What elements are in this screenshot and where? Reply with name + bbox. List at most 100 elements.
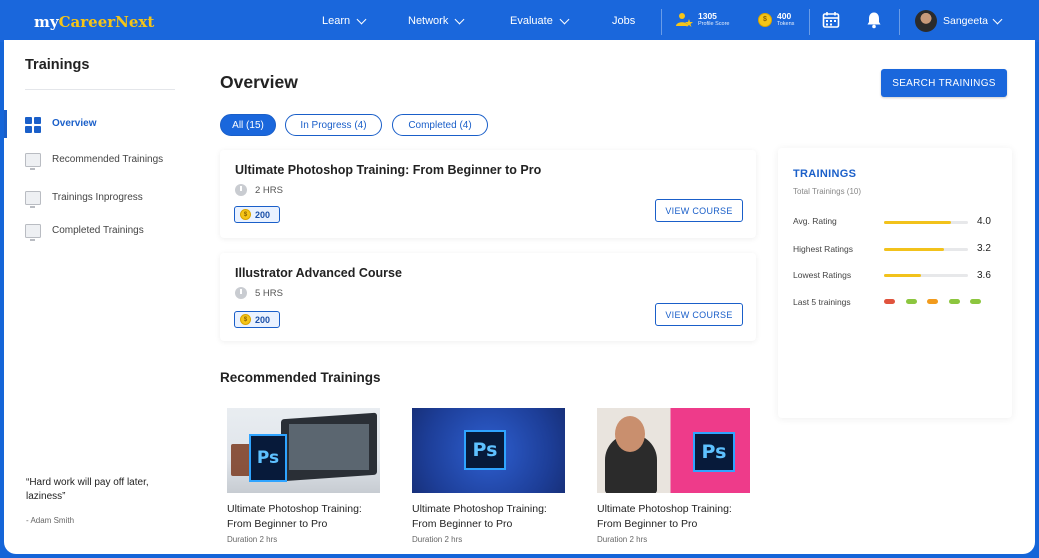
dashboard-icon — [25, 117, 41, 133]
chevron-down-icon — [559, 14, 570, 24]
user-name: Sangeeta — [943, 15, 988, 27]
clock-icon — [235, 287, 247, 299]
recommended-card[interactable]: Ps Ultimate Photoshop Training: From Beg… — [412, 408, 565, 544]
view-course-button[interactable]: VIEW COURSE — [655, 303, 743, 326]
stat-label: Avg. Rating — [793, 216, 837, 226]
monitor-icon — [25, 224, 41, 241]
brand-prefix: my — [34, 13, 59, 31]
course-thumbnail: Ps — [597, 408, 750, 493]
sidebar-divider — [25, 89, 175, 90]
tokens-label: Tokens — [777, 21, 795, 27]
filter-in-progress[interactable]: In Progress (4) — [285, 114, 382, 136]
stats-title: TRAININGS — [793, 168, 857, 180]
brand-logo[interactable]: myCareerNext — [34, 13, 154, 31]
recommended-card[interactable]: Ps Ultimate Photoshop Training: From Beg… — [227, 408, 380, 544]
recommended-title: Recommended Trainings — [220, 370, 381, 385]
monitor-icon — [25, 191, 41, 208]
profile-score-label: Profile Score — [698, 21, 730, 27]
stat-label: Highest Ratings — [793, 244, 854, 254]
profile-score-value: 1305 — [698, 11, 717, 21]
points-badge: $ 200 — [234, 206, 280, 223]
bell-icon[interactable] — [866, 11, 882, 34]
recommended-card-title: Ultimate Photoshop Training: From Beginn… — [412, 503, 547, 530]
rating-bar — [884, 221, 968, 224]
training-result-dot — [948, 299, 960, 304]
sidebar-title: Trainings — [25, 57, 90, 73]
view-course-button[interactable]: VIEW COURSE — [655, 199, 743, 222]
nav-divider — [809, 9, 810, 35]
nav-evaluate-label: Evaluate — [510, 15, 553, 27]
stat-label: Lowest Ratings — [793, 270, 852, 280]
course-duration: 2 HRS — [235, 184, 283, 196]
main-panel: Trainings Overview Recommended Trainings… — [4, 40, 1035, 554]
sidebar-item-overview[interactable]: Overview — [4, 110, 194, 138]
rating-bar — [884, 248, 968, 251]
rating-bar — [884, 274, 968, 277]
course-card: Illustrator Advanced Course 5 HRS $ 200 … — [220, 253, 756, 341]
monitor-icon — [25, 153, 41, 170]
calendar-icon[interactable] — [822, 11, 840, 34]
chevron-down-icon — [454, 14, 465, 24]
stat-value: 3.6 — [977, 270, 991, 281]
sidebar-item-completed[interactable]: Completed Trainings — [4, 217, 194, 245]
sidebar-item-inprogress[interactable]: Trainings Inprogress — [4, 184, 194, 212]
chevron-down-icon — [992, 14, 1003, 24]
photoshop-logo: Ps — [464, 430, 506, 470]
training-result-dot — [927, 299, 938, 304]
coin-icon: $ — [240, 314, 251, 325]
nav-jobs[interactable]: Jobs — [612, 15, 635, 27]
nav-learn[interactable]: Learn — [322, 14, 367, 27]
recommended-card-title: Ultimate Photoshop Training: From Beginn… — [227, 503, 362, 530]
profile-score-icon — [676, 12, 693, 27]
trainings-stats-card: TRAININGS Total Trainings (10) Avg. Rati… — [778, 148, 1012, 418]
rating-bar-fill — [884, 274, 921, 277]
recommended-card-meta: Duration 2 hrs — [227, 535, 278, 544]
recommended-card[interactable]: Ps Ultimate Photoshop Training: From Beg… — [597, 408, 750, 544]
course-title[interactable]: Illustrator Advanced Course — [235, 266, 402, 280]
user-menu[interactable]: Sangeeta — [915, 10, 1003, 32]
nav-network[interactable]: Network — [408, 14, 465, 27]
course-card: Ultimate Photoshop Training: From Beginn… — [220, 150, 756, 238]
nav-jobs-label: Jobs — [612, 15, 636, 27]
course-title[interactable]: Ultimate Photoshop Training: From Beginn… — [235, 163, 541, 177]
rating-bar-fill — [884, 221, 952, 224]
avatar — [915, 10, 937, 32]
sidebar-item-recommended[interactable]: Recommended Trainings — [4, 146, 194, 174]
nav-evaluate[interactable]: Evaluate — [510, 14, 570, 27]
photoshop-logo: Ps — [249, 434, 287, 482]
course-thumbnail: Ps — [412, 408, 565, 493]
nav-divider — [899, 9, 900, 35]
tokens-value: 400 — [777, 11, 792, 21]
course-duration-text: 5 HRS — [255, 287, 283, 299]
sidebar-item-label: Trainings Inprogress — [52, 192, 143, 203]
recommended-card-title: Ultimate Photoshop Training: From Beginn… — [597, 503, 732, 530]
stat-label: Last 5 trainings — [793, 297, 851, 307]
nav-learn-label: Learn — [322, 15, 351, 27]
rating-bar-fill — [884, 248, 945, 251]
course-duration-text: 2 HRS — [255, 184, 283, 196]
photoshop-logo: Ps — [693, 432, 735, 472]
points-value: 200 — [255, 314, 271, 325]
quote-author: - Adam Smith — [26, 516, 75, 525]
training-result-dot — [970, 299, 981, 304]
points-badge: $ 200 — [234, 311, 280, 328]
points-value: 200 — [255, 209, 271, 220]
search-trainings-button[interactable]: SEARCH TRAININGS — [881, 69, 1007, 97]
sidebar-item-label: Overview — [52, 118, 97, 129]
filter-completed[interactable]: Completed (4) — [392, 114, 488, 136]
coin-icon: $ — [758, 12, 772, 27]
chevron-down-icon — [356, 14, 367, 24]
filter-all[interactable]: All (15) — [220, 114, 276, 136]
training-result-dot — [905, 299, 917, 304]
tokens[interactable]: $ 400 Tokens — [758, 11, 794, 28]
recommended-card-meta: Duration 2 hrs — [412, 535, 463, 544]
sidebar-item-label: Completed Trainings — [52, 225, 144, 236]
course-thumbnail: Ps — [227, 408, 380, 493]
course-duration: 5 HRS — [235, 287, 283, 299]
brand-name: CareerNext — [58, 13, 155, 31]
motivational-quote: “Hard work will pay off later, laziness” — [26, 477, 149, 502]
training-result-dot — [884, 299, 895, 304]
profile-score[interactable]: 1305 Profile Score — [675, 11, 730, 28]
page-title: Overview — [220, 72, 298, 92]
stats-subtitle: Total Trainings (10) — [793, 187, 862, 196]
